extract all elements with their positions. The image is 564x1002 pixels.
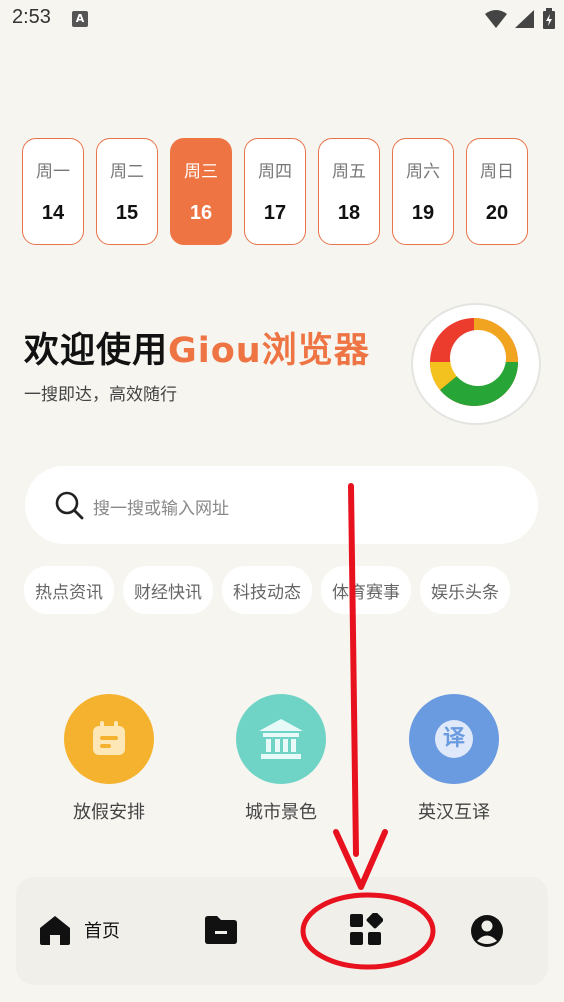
signal-icon (515, 10, 534, 28)
shortcut-label: 放假安排 (73, 802, 145, 823)
day-number: 14 (41, 202, 65, 224)
nav-apps[interactable] (349, 911, 384, 951)
day-name: 周日 (480, 162, 514, 182)
building-icon (236, 694, 326, 784)
notification-icon: A (72, 11, 88, 27)
status-bar: 2:53 A (0, 0, 564, 38)
chip-finance[interactable]: 财经快讯 (123, 566, 213, 614)
wifi-icon (485, 10, 507, 28)
nav-home[interactable]: 首页 (38, 914, 120, 946)
day-name: 周五 (332, 162, 366, 182)
welcome-prefix: 欢迎使用 (24, 331, 169, 371)
search-bar[interactable]: 搜一搜或输入网址 (25, 466, 538, 544)
shortcut-label: 英汉互译 (418, 802, 490, 823)
day-wed-selected[interactable]: 周三 16 (170, 138, 232, 245)
battery-icon (543, 8, 555, 29)
nav-home-label: 首页 (84, 921, 120, 942)
bottom-nav: 首页 (16, 877, 548, 985)
shortcut-city-scenery[interactable]: 城市景色 (226, 694, 336, 824)
slogan: 一搜即达，高效随行 (24, 385, 177, 405)
browser-logo (411, 303, 541, 425)
status-icons (484, 8, 556, 30)
day-number: 15 (115, 202, 139, 224)
chip-entertainment[interactable]: 娱乐头条 (420, 566, 510, 614)
user-icon (471, 915, 503, 947)
chip-sports[interactable]: 体育赛事 (321, 566, 411, 614)
day-sat[interactable]: 周六 19 (392, 138, 454, 245)
day-thu[interactable]: 周四 17 (244, 138, 306, 245)
welcome-title: 欢迎使用Giou浏览器 (24, 322, 370, 373)
shortcut-translate[interactable]: 译 英汉互译 (399, 694, 509, 824)
translate-glyph: 译 (435, 720, 473, 758)
day-fri[interactable]: 周五 18 (318, 138, 380, 245)
folder-icon (205, 916, 237, 944)
calendar-icon (64, 694, 154, 784)
shortcut-label: 城市景色 (245, 802, 317, 823)
day-name: 周六 (406, 162, 440, 182)
day-sun[interactable]: 周日 20 (466, 138, 528, 245)
day-number: 17 (263, 202, 287, 224)
nav-profile[interactable] (470, 914, 504, 952)
brand-name: Giou浏览器 (168, 331, 370, 371)
translate-icon: 译 (409, 694, 499, 784)
day-mon[interactable]: 周一 14 (22, 138, 84, 245)
chip-hot-news[interactable]: 热点资讯 (24, 566, 114, 614)
search-input[interactable]: 搜一搜或输入网址 (93, 494, 229, 519)
apps-icon (350, 911, 384, 945)
week-selector: 周一 14 周二 15 周三 16 周四 17 周五 18 周六 19 周日 20 (22, 138, 528, 245)
day-name: 周四 (258, 162, 292, 182)
day-number: 18 (337, 202, 361, 224)
home-icon (40, 916, 70, 945)
day-name: 周三 (184, 162, 218, 182)
day-number: 16 (189, 202, 213, 224)
day-name: 周二 (110, 162, 144, 182)
shortcut-holiday[interactable]: 放假安排 (54, 694, 164, 824)
day-name: 周一 (36, 162, 70, 182)
search-icon (55, 491, 84, 520)
chip-tech[interactable]: 科技动态 (222, 566, 312, 614)
day-number: 20 (485, 202, 509, 224)
category-chips: 热点资讯 财经快讯 科技动态 体育赛事 娱乐头条 (24, 566, 510, 614)
status-time: 2:53 (12, 6, 51, 28)
nav-files[interactable] (203, 915, 239, 949)
day-tue[interactable]: 周二 15 (96, 138, 158, 245)
day-number: 19 (411, 202, 435, 224)
